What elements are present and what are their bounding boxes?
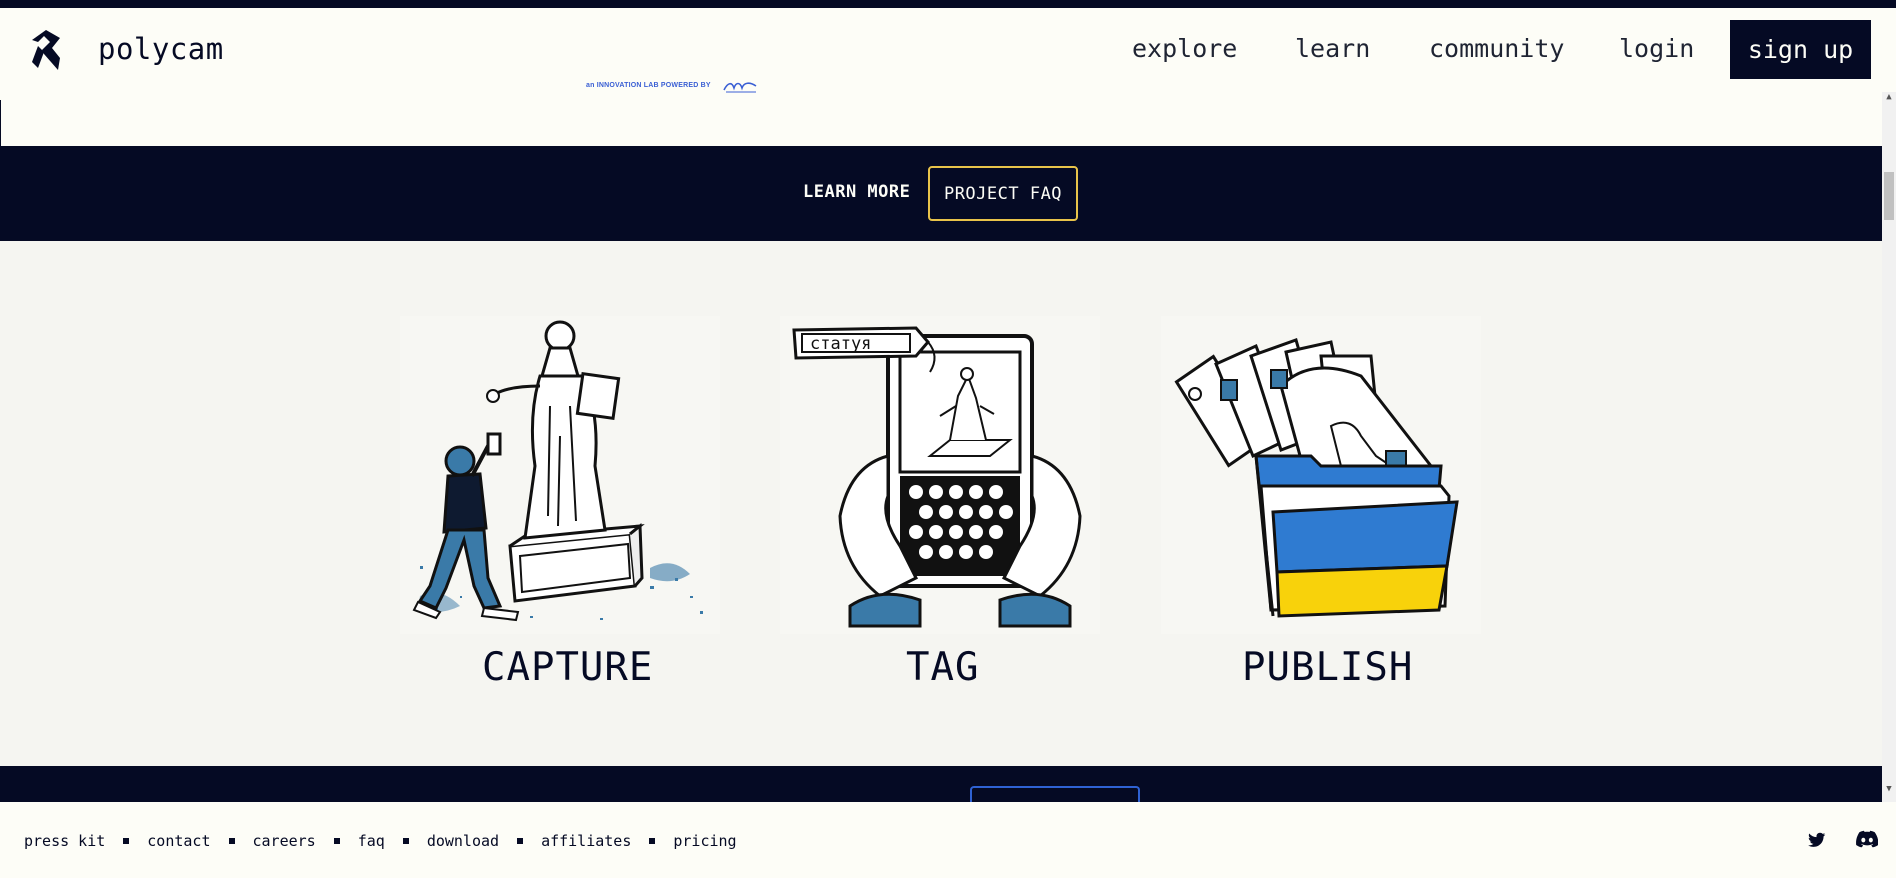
nav-explore[interactable]: explore xyxy=(1132,34,1237,63)
steps-section: статуя CAPTURE TAG PUBLISH xyxy=(0,241,1882,766)
footer-separator xyxy=(517,838,524,844)
publish-illustration xyxy=(1161,316,1481,634)
scrollbar-thumb[interactable] xyxy=(1884,172,1894,220)
learn-more-band: LEARN MORE PROJECT FAQ xyxy=(0,146,1882,241)
partner-logo-text: an INNOVATION LAB POWERED BY xyxy=(586,82,711,89)
footer-link-press-kit[interactable]: press kit xyxy=(24,832,105,850)
tag-illustration: статуя xyxy=(780,316,1100,634)
footer-link-careers[interactable]: careers xyxy=(253,832,316,850)
site-footer: press kit contact careers faq download a… xyxy=(0,802,1896,878)
cta-band xyxy=(0,766,1882,816)
sign-up-button[interactable]: sign up xyxy=(1730,20,1871,79)
capture-illustration xyxy=(400,316,720,634)
footer-separator xyxy=(123,838,130,844)
nav-login[interactable]: login xyxy=(1619,34,1694,63)
site-header: polycam explore learn community login si… xyxy=(0,8,1896,100)
footer-separator xyxy=(402,838,409,844)
footer-link-pricing[interactable]: pricing xyxy=(673,832,736,850)
project-faq-button[interactable]: PROJECT FAQ xyxy=(928,166,1078,221)
brand-name[interactable]: polycam xyxy=(98,32,224,66)
footer-separator xyxy=(333,838,340,844)
step-label-capture: CAPTURE xyxy=(482,645,654,690)
top-strip xyxy=(0,0,1896,8)
nav-learn[interactable]: learn xyxy=(1295,34,1370,63)
twitter-icon[interactable] xyxy=(1808,832,1826,848)
footer-links: press kit contact careers faq download a… xyxy=(24,832,737,850)
discord-icon[interactable] xyxy=(1856,830,1878,848)
partner-logo-icon xyxy=(723,82,757,93)
nav-community[interactable]: community xyxy=(1429,34,1564,63)
footer-separator xyxy=(649,838,656,844)
tag-illustration-text: статуя xyxy=(810,334,871,354)
footer-link-download[interactable]: download xyxy=(427,832,499,850)
footer-separator xyxy=(228,838,235,844)
scroll-down-arrow-icon[interactable]: ▼ xyxy=(1884,784,1894,796)
footer-link-contact[interactable]: contact xyxy=(147,832,210,850)
scroll-up-arrow-icon[interactable]: ▲ xyxy=(1884,92,1894,104)
footer-link-faq[interactable]: faq xyxy=(358,832,385,850)
learn-more-label[interactable]: LEARN MORE xyxy=(803,182,910,202)
step-label-publish: PUBLISH xyxy=(1242,645,1414,690)
footer-link-affiliates[interactable]: affiliates xyxy=(541,832,631,850)
polycam-logo-icon[interactable] xyxy=(30,28,64,72)
step-label-tag: TAG xyxy=(906,645,980,690)
